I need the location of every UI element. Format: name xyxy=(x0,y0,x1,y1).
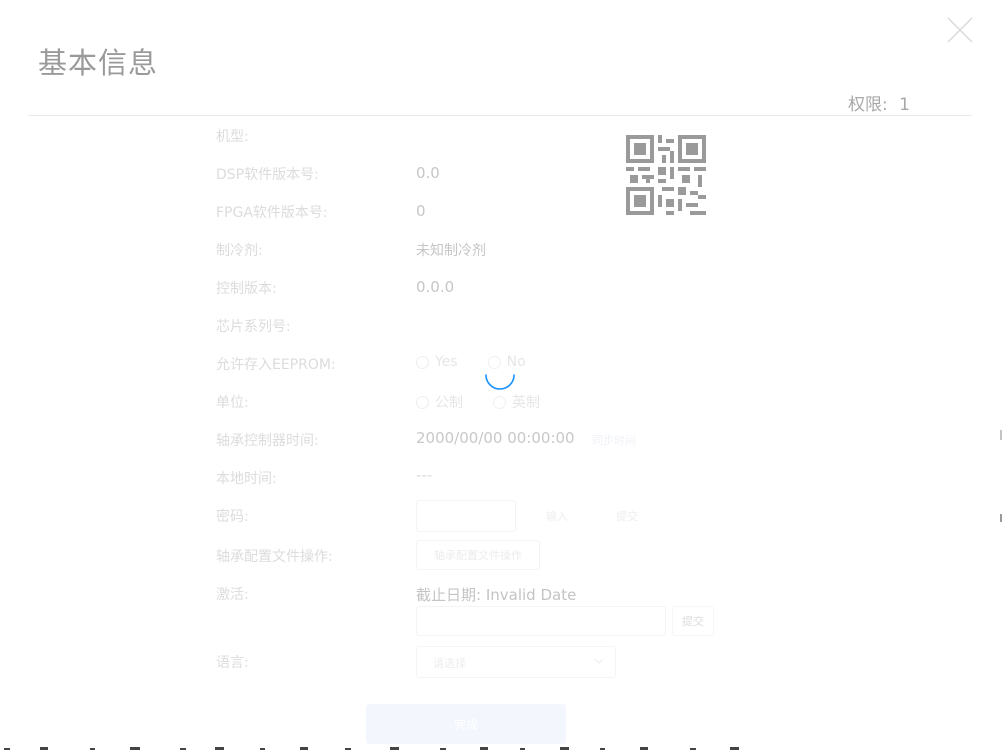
local-time-value: --- xyxy=(416,466,433,484)
eeprom-yes-label[interactable]: Yes xyxy=(435,354,458,370)
unit-imperial-label[interactable]: 英制 xyxy=(512,392,540,412)
confirm-button[interactable]: 完成 xyxy=(366,704,566,744)
activation-label: 激活: xyxy=(216,587,249,603)
fpga-version-label: FPGA软件版本号: xyxy=(216,205,328,221)
basic-info-dialog: 基本信息 权限: 1 机型: DSP软件版本号: 0.0 FPGA软件版本号: … xyxy=(0,0,1004,751)
unit-imperial-radio[interactable] xyxy=(493,395,506,409)
model-label: 机型: xyxy=(216,129,249,145)
qr-code-icon xyxy=(626,135,706,215)
refrigerant-value: 未知制冷剂 xyxy=(416,243,486,259)
activation-submit-button[interactable]: 提交 xyxy=(672,606,714,636)
config-file-label: 轴承配置文件操作: xyxy=(216,549,333,565)
config-file-button[interactable]: 轴承配置文件操作 xyxy=(416,540,540,570)
dialog-title: 基本信息 xyxy=(38,46,159,80)
password-label: 密码: xyxy=(216,509,249,525)
password-enter-button[interactable]: 输入 xyxy=(546,508,568,524)
allow-eeprom-label: 允许存入EEPROM: xyxy=(216,357,336,373)
deadline-value: Invalid Date xyxy=(485,586,577,604)
deadline-label: 截止日期: xyxy=(416,586,482,604)
unit-metric-radio[interactable] xyxy=(416,395,429,409)
permission-label: 权限: xyxy=(848,95,888,115)
chip-series-label: 芯片系列号: xyxy=(216,319,291,335)
activation-code-input[interactable] xyxy=(416,606,666,636)
chevron-down-icon xyxy=(594,658,604,664)
language-placeholder: 请选择 xyxy=(433,657,466,670)
edge-mark xyxy=(1000,430,1002,440)
dsp-version-value: 0.0 xyxy=(416,164,440,182)
controller-time-value: 2000/00/00 00:00:00 xyxy=(416,429,575,447)
language-select[interactable]: 请选择 xyxy=(416,646,616,678)
permission-indicator: 权限: 1 xyxy=(848,90,910,115)
dsp-version-label: DSP软件版本号: xyxy=(216,167,319,183)
password-submit-button[interactable]: 提交 xyxy=(616,508,638,524)
control-version-label: 控制版本: xyxy=(216,281,277,297)
language-label: 语言: xyxy=(216,655,249,671)
loading-spinner-icon xyxy=(485,374,515,390)
sync-time-button[interactable]: 同步时间 xyxy=(592,432,636,448)
refrigerant-label: 制冷剂: xyxy=(216,243,263,259)
local-time-label: 本地时间: xyxy=(216,471,277,487)
unit-metric-label[interactable]: 公制 xyxy=(435,392,463,412)
header-divider xyxy=(28,115,972,116)
controller-time-label: 轴承控制器时间: xyxy=(216,433,319,449)
password-input[interactable] xyxy=(416,500,516,532)
eeprom-yes-radio[interactable] xyxy=(416,355,429,369)
close-icon[interactable] xyxy=(946,16,974,44)
activation-deadline: 截止日期: Invalid Date xyxy=(416,584,576,605)
permission-value: 1 xyxy=(899,95,910,115)
unit-radio-group: 公制 英制 xyxy=(416,392,540,412)
edge-mark xyxy=(1000,514,1002,522)
fpga-version-value: 0 xyxy=(416,202,426,220)
unit-label: 单位: xyxy=(216,395,249,411)
bottom-edge-strip xyxy=(0,746,1004,751)
control-version-value: 0.0.0 xyxy=(416,278,455,296)
